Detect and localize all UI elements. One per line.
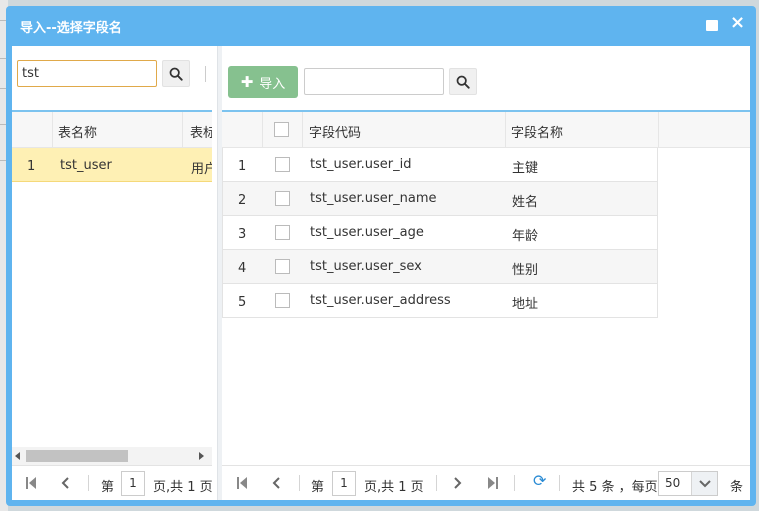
page-size-value: 50 bbox=[665, 476, 681, 490]
field-name-cell: 年龄 bbox=[512, 229, 539, 244]
select-all-checkbox[interactable] bbox=[274, 122, 289, 137]
field-list-pager: 第 1 页,共 1 页 ⟳ 共 5 条 ，每页 50 条 bbox=[222, 466, 750, 500]
column-header-field-code[interactable]: 字段代码 bbox=[309, 122, 361, 141]
table-search-input[interactable] bbox=[17, 60, 157, 87]
table-search-button[interactable] bbox=[162, 60, 190, 87]
row-number: 3 bbox=[238, 227, 247, 242]
field-search-input[interactable] bbox=[304, 68, 444, 95]
import-button-label: 导入 bbox=[259, 76, 286, 92]
field-code-cell: tst_user.user_sex bbox=[310, 259, 422, 274]
row-checkbox[interactable] bbox=[275, 191, 290, 206]
row-checkbox[interactable] bbox=[275, 259, 290, 274]
last-page-icon[interactable] bbox=[488, 477, 498, 489]
first-page-icon[interactable] bbox=[26, 477, 36, 489]
table-label-cell: 用户 bbox=[191, 162, 212, 177]
column-header-field-name[interactable]: 字段名称 bbox=[511, 122, 563, 141]
search-icon bbox=[169, 67, 183, 81]
row-number: 1 bbox=[238, 159, 247, 174]
table-list-header: 表名称 表标 bbox=[12, 112, 212, 148]
scrollbar-thumb[interactable] bbox=[26, 450, 128, 462]
field-list-panel: ✚ 导入 字段代码 字段名称 1 tst_user.user_id 主键 2 t… bbox=[222, 46, 750, 500]
row-checkbox[interactable] bbox=[275, 293, 290, 308]
table-row[interactable]: 3 tst_user.user_age 年龄 bbox=[223, 216, 657, 250]
page-total-text: 页,共 1 页 bbox=[364, 480, 424, 495]
first-page-icon[interactable] bbox=[237, 477, 247, 489]
field-code-cell: tst_user.user_name bbox=[310, 191, 437, 206]
scroll-right-icon[interactable] bbox=[199, 452, 204, 460]
prev-page-icon[interactable] bbox=[271, 477, 281, 489]
field-name-cell: 性别 bbox=[512, 263, 539, 278]
scroll-left-icon[interactable] bbox=[15, 452, 20, 460]
plus-icon: ✚ bbox=[240, 73, 254, 91]
table-row[interactable]: 5 tst_user.user_address 地址 bbox=[223, 284, 657, 318]
import-button[interactable]: ✚ 导入 bbox=[228, 66, 298, 98]
field-list-header: 字段代码 字段名称 bbox=[222, 112, 750, 148]
table-list-panel: 表名称 表标 1 tst_user 用户 第 1 页,共 bbox=[12, 46, 212, 500]
chevron-down-icon[interactable] bbox=[691, 472, 717, 495]
table-row[interactable]: 1 tst_user.user_id 主键 bbox=[223, 148, 657, 182]
import-field-dialog: 导入--选择字段名 × 表名称 表标 1 tst_user 用户 bbox=[6, 6, 756, 506]
page-number-input[interactable]: 1 bbox=[121, 471, 145, 496]
page-size-select[interactable]: 50 bbox=[658, 471, 718, 496]
page-number-input[interactable]: 1 bbox=[332, 471, 356, 496]
table-list-pager: 第 1 页,共 1 页 bbox=[12, 466, 212, 500]
total-records-text: 共 5 条 ，每页 bbox=[572, 480, 658, 495]
row-checkbox[interactable] bbox=[275, 157, 290, 172]
horizontal-scrollbar[interactable] bbox=[12, 447, 212, 465]
field-code-cell: tst_user.user_id bbox=[310, 157, 412, 172]
row-number: 5 bbox=[238, 295, 247, 310]
search-icon bbox=[456, 75, 470, 89]
dialog-title: 导入--选择字段名 bbox=[20, 21, 122, 36]
refresh-icon[interactable]: ⟳ bbox=[533, 473, 546, 489]
dialog-content: 表名称 表标 1 tst_user 用户 第 1 页,共 bbox=[12, 46, 750, 500]
field-code-cell: tst_user.user_address bbox=[310, 293, 451, 308]
field-name-cell: 姓名 bbox=[512, 195, 539, 210]
field-code-cell: tst_user.user_age bbox=[310, 225, 424, 240]
field-list-body: 1 tst_user.user_id 主键 2 tst_user.user_na… bbox=[222, 148, 658, 318]
prev-page-icon[interactable] bbox=[60, 477, 70, 489]
row-number: 2 bbox=[238, 193, 247, 208]
next-page-icon[interactable] bbox=[453, 477, 463, 489]
table-row[interactable]: 1 tst_user 用户 bbox=[12, 148, 212, 182]
field-search-button[interactable] bbox=[449, 68, 477, 95]
maximize-icon[interactable] bbox=[706, 20, 718, 31]
column-header-table-label[interactable]: 表标 bbox=[190, 122, 212, 141]
toolbar-separator bbox=[205, 66, 206, 82]
page-total-text: 页,共 1 页 bbox=[153, 480, 212, 495]
row-checkbox[interactable] bbox=[275, 225, 290, 240]
table-row[interactable]: 2 tst_user.user_name 姓名 bbox=[223, 182, 657, 216]
table-row[interactable]: 4 tst_user.user_sex 性别 bbox=[223, 250, 657, 284]
page-prefix: 第 bbox=[311, 480, 325, 495]
close-icon[interactable]: × bbox=[730, 13, 745, 33]
page-size-unit: 条 bbox=[730, 480, 744, 495]
column-header-table-name[interactable]: 表名称 bbox=[58, 122, 97, 141]
page-prefix: 第 bbox=[101, 480, 115, 495]
row-number: 1 bbox=[27, 159, 36, 174]
row-number: 4 bbox=[238, 261, 247, 276]
table-name-cell: tst_user bbox=[60, 158, 112, 173]
field-name-cell: 地址 bbox=[512, 297, 539, 312]
field-name-cell: 主键 bbox=[512, 161, 539, 176]
